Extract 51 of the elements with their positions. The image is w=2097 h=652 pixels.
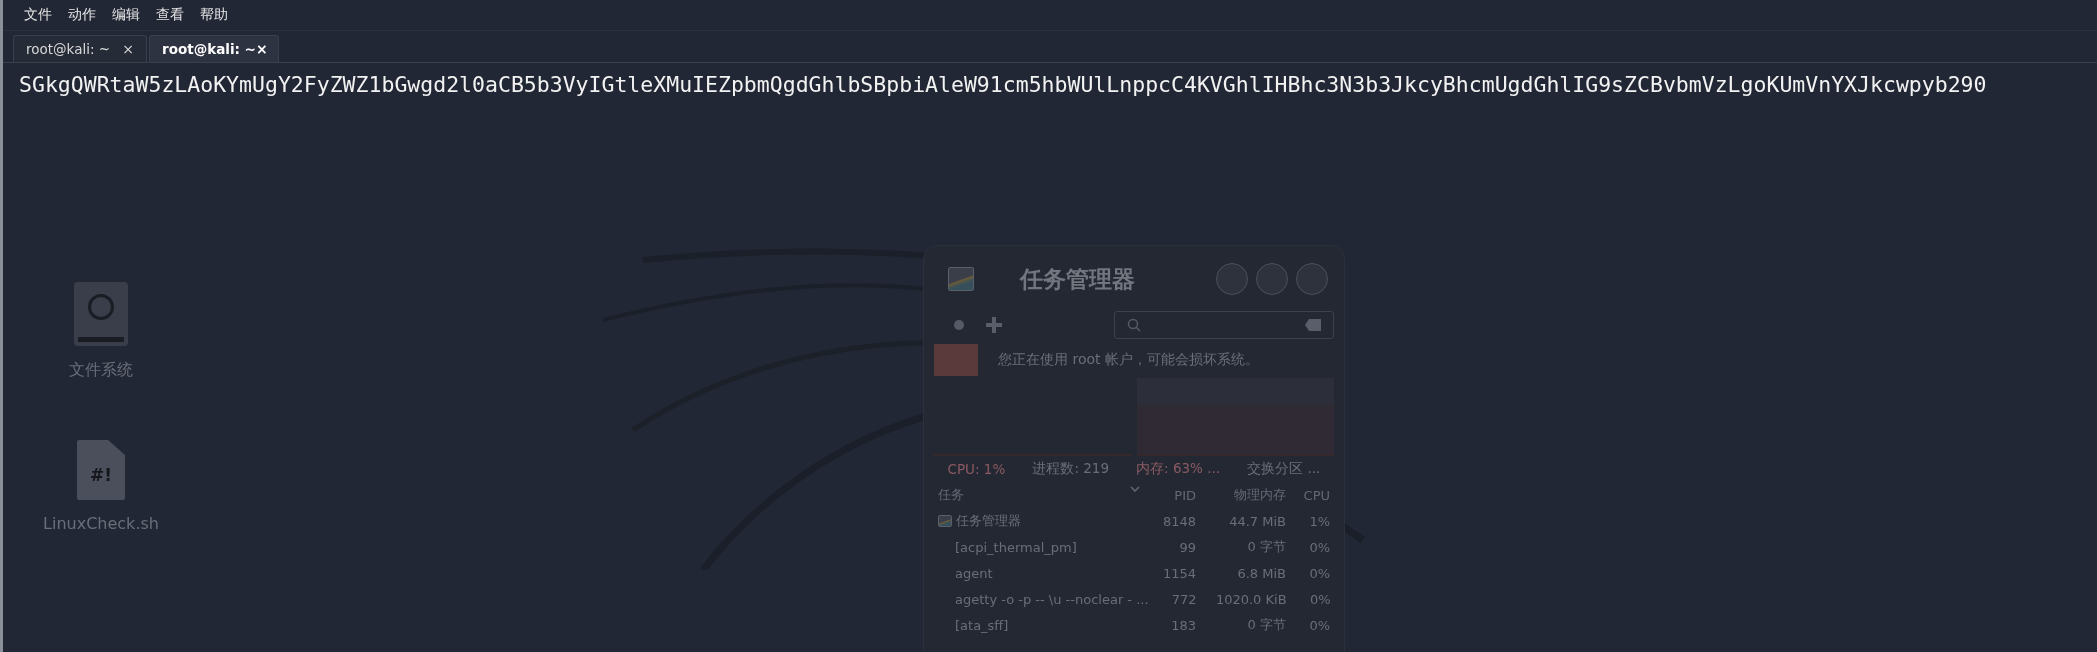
window-title: 任务管理器 <box>1020 264 1136 294</box>
search-icon <box>1127 318 1141 332</box>
task-name: [acpi_thermal_pm] <box>954 539 1077 555</box>
table-cell-text: 1020.0 KiB <box>1214 591 1287 607</box>
table-cell-text: 0% <box>1308 591 1331 607</box>
table-cell-text: 99 <box>1178 539 1196 555</box>
task-name: agetty -o -p -- \u --noclear - ... <box>954 591 1149 607</box>
stat-label: 进程数: 219 <box>1032 460 1109 478</box>
task-name: 任务管理器 <box>956 512 1021 530</box>
task-name: [ata_sff] <box>954 617 1009 633</box>
table-cell-text: 0 字节 <box>1246 538 1286 556</box>
terminal-tab[interactable]: root@kali: ~× <box>149 35 279 62</box>
table-cell-text: 8148 <box>1161 513 1196 529</box>
settings-icon[interactable] <box>952 318 966 332</box>
column-title: 任务 <box>938 486 964 504</box>
sort-caret-icon <box>1130 486 1140 492</box>
stat-label: 内存: 63% ... <box>1136 460 1221 478</box>
table-cell-text: 6.8 MiB <box>1236 565 1286 581</box>
table-cell-text: 0% <box>1308 617 1330 633</box>
warning-badge <box>934 344 978 376</box>
move-icon[interactable] <box>986 317 1002 333</box>
drive-icon <box>74 282 128 346</box>
shebang-text: #! <box>90 465 112 485</box>
window-button[interactable] <box>1256 263 1288 295</box>
window-button[interactable] <box>1296 263 1328 295</box>
menu-item[interactable]: 文件 <box>23 6 53 24</box>
chart-app-icon <box>948 267 974 291</box>
warning-message: 您正在使用 root 帐户，可能会损坏系统。 <box>998 351 1259 369</box>
menu-item[interactable]: 编辑 <box>111 6 141 24</box>
table-cell-text: 772 <box>1170 591 1197 607</box>
table-cell-text: 183 <box>1170 617 1196 633</box>
menu-item[interactable]: 动作 <box>67 6 97 24</box>
stat-label: CPU: 1% <box>947 461 1006 477</box>
chart-app-icon <box>938 514 952 528</box>
table-cell-text: 44.7 MiB <box>1228 513 1286 529</box>
table-cell-text: 0% <box>1308 539 1330 555</box>
task-name: agent <box>954 565 993 581</box>
search-field[interactable] <box>1114 311 1334 339</box>
close-icon[interactable]: × <box>122 41 134 57</box>
clear-icon[interactable] <box>1305 319 1321 331</box>
menu-item[interactable]: 帮助 <box>199 6 229 24</box>
table-cell-text: 0 字节 <box>1246 616 1286 634</box>
window-button[interactable] <box>1216 263 1248 295</box>
table-cell-text: 0% <box>1308 565 1330 581</box>
terminal-output-line: SGkgQWRtaW5zLAoKYmUgY2FyZWZ1bGwgd2l0aCB5b3VyIGtleXMuIEZpbmQgdGhlbSBpbiAleW91cm5hbWUlLnppcC4KVGhlIHBhc3N3b3JkcyBhcmUgdGhlIG9sZCBvbmVzLgoKUmVnYXJkcwpyb290 <box>19 71 1988 99</box>
terminal-tab[interactable]: root@kali: ~ × <box>13 35 147 62</box>
menu-item[interactable]: 查看 <box>155 6 185 24</box>
close-icon[interactable]: × <box>255 41 268 57</box>
stat-label: 交换分区 ... <box>1247 460 1321 478</box>
table-cell-text: 1154 <box>1161 565 1196 581</box>
table-cell-text: 1% <box>1308 513 1330 529</box>
